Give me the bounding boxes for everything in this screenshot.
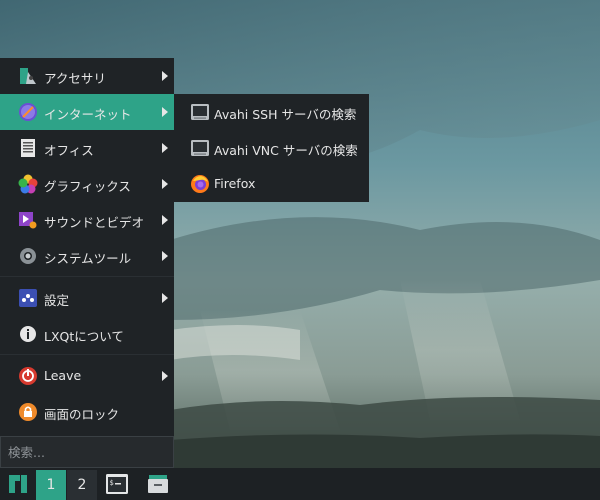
application-menu: アクセサリ インターネット オフィス グラフィックス サウンドとビデオ システム… (0, 58, 174, 468)
terminal-icon: $ (106, 474, 128, 494)
desktop-switch-1[interactable]: 1 (36, 470, 66, 500)
submenu-arrow-icon (162, 71, 168, 81)
power-icon (19, 367, 37, 385)
submenu-item-label: Avahi VNC サーバの検索 (214, 143, 358, 158)
menu-item-system-tools[interactable]: システムツール (0, 238, 174, 274)
menu-item-label: 画面のロック (44, 407, 120, 422)
menu-item-label: システムツール (44, 251, 132, 266)
svg-text:$: $ (110, 479, 114, 487)
submenu-arrow-icon (162, 215, 168, 225)
menu-item-about-lxqt[interactable]: LXQtについて (0, 316, 174, 352)
graphics-icon (18, 174, 38, 194)
submenu-arrow-icon (162, 293, 168, 303)
menu-item-sound-video[interactable]: サウンドとビデオ (0, 202, 174, 238)
submenu-arrow-icon (162, 179, 168, 189)
submenu-item-firefox[interactable]: Firefox (174, 166, 369, 202)
menu-item-label: インターネット (44, 107, 132, 122)
menu-separator (0, 354, 174, 355)
multimedia-icon (19, 212, 37, 229)
submenu-arrow-icon (162, 371, 168, 381)
menu-item-accessories[interactable]: アクセサリ (0, 58, 174, 94)
network-server-icon (191, 104, 209, 120)
menu-item-label: アクセサリ (44, 71, 106, 86)
submenu-arrow-icon (162, 143, 168, 153)
submenu-arrow-icon (162, 107, 168, 117)
taskbar: 1 2 $ (0, 468, 600, 500)
menu-item-label: 設定 (44, 293, 70, 308)
lock-icon (19, 403, 37, 421)
file-manager-icon (148, 475, 168, 493)
menu-item-graphics[interactable]: グラフィックス (0, 166, 174, 202)
submenu-item-avahi-ssh[interactable]: Avahi SSH サーバの検索 (174, 94, 369, 130)
menu-item-office[interactable]: オフィス (0, 130, 174, 166)
menu-item-label: オフィス (44, 143, 94, 158)
firefox-icon (191, 175, 209, 193)
submenu-item-label: Firefox (214, 176, 256, 191)
network-server-icon (191, 140, 209, 156)
menu-item-lock-screen[interactable]: 画面のロック (0, 394, 174, 430)
desktop-switch-2[interactable]: 2 (67, 470, 97, 500)
accessories-icon (20, 68, 36, 84)
menu-item-leave[interactable]: Leave (0, 358, 174, 394)
file-manager-launcher[interactable] (142, 468, 172, 500)
terminal-launcher[interactable]: $ (100, 468, 134, 500)
system-tools-icon (20, 248, 36, 264)
menu-item-label: Leave (44, 368, 82, 383)
menu-item-label: グラフィックス (44, 179, 131, 194)
submenu-item-avahi-vnc[interactable]: Avahi VNC サーバの検索 (174, 130, 369, 166)
menu-item-label: LXQtについて (44, 329, 124, 344)
settings-icon (19, 289, 37, 307)
submenu-arrow-icon (162, 251, 168, 261)
internet-submenu: Avahi SSH サーバの検索 Avahi VNC サーバの検索 Firefo… (174, 94, 369, 202)
submenu-item-label: Avahi SSH サーバの検索 (214, 107, 357, 122)
menu-item-settings[interactable]: 設定 (0, 280, 174, 316)
manjaro-logo-icon (9, 475, 27, 493)
menu-item-label: サウンドとビデオ (44, 215, 145, 230)
info-icon (20, 326, 36, 342)
menu-separator (0, 276, 174, 277)
internet-icon (19, 103, 37, 121)
menu-search-input[interactable] (0, 436, 174, 468)
main-menu-button[interactable] (0, 468, 36, 500)
menu-item-internet[interactable]: インターネット (0, 94, 174, 130)
office-icon (21, 139, 35, 157)
